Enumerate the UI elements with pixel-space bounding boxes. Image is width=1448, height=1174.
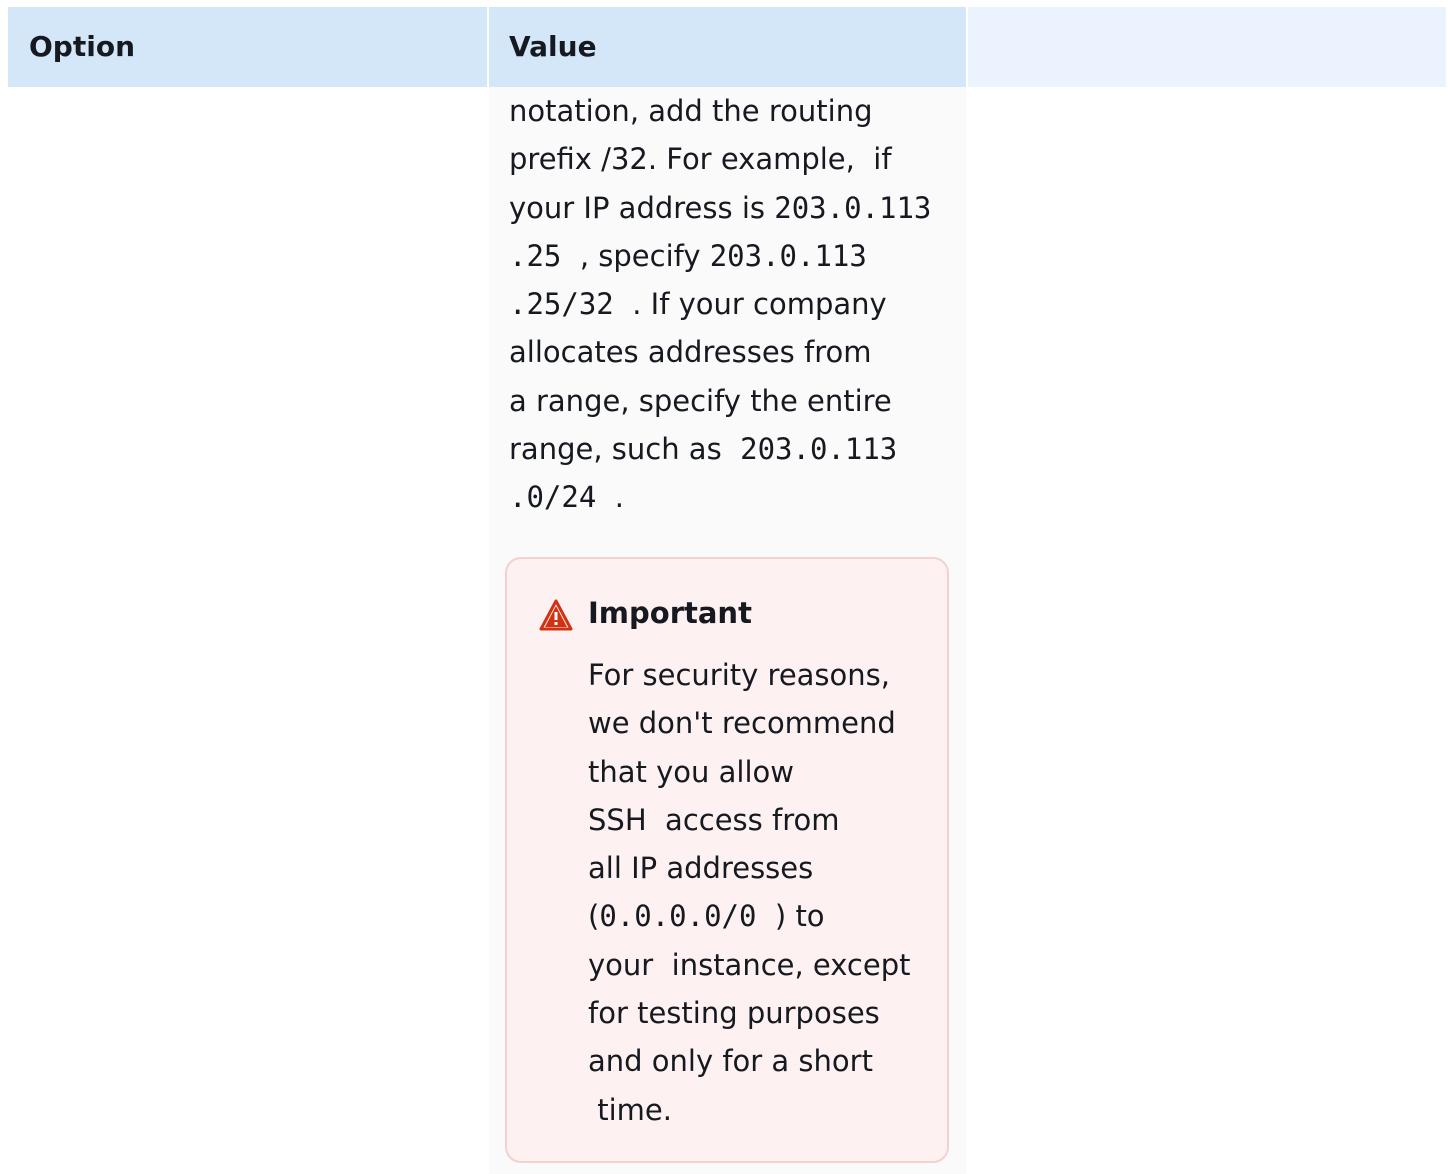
inline-code: .0/24: [509, 480, 597, 515]
text-segment: . If your company: [613, 287, 887, 322]
empty-cell: [966, 87, 1446, 1174]
column-header-option: Option: [8, 7, 487, 87]
inline-code: .25: [509, 238, 562, 273]
text-segment: (: [588, 899, 600, 934]
text-line: .0/24 .: [509, 473, 949, 521]
text-line: For security reasons,: [588, 651, 928, 699]
text-segment: that you allow: [588, 754, 794, 789]
alert-text: For security reasons, we don't recommend t…: [588, 651, 928, 1134]
value-description: notation, add the routing prefix /32. For…: [509, 87, 949, 522]
text-line: (0.0.0.0/0 ) to: [588, 892, 928, 940]
text-segment: SSH access from: [588, 802, 840, 837]
text-line: time.: [588, 1086, 928, 1134]
table-header-row: Option Value: [8, 7, 1446, 87]
text-line: allocates addresses from: [509, 328, 949, 376]
text-segment: For security reasons,: [588, 658, 890, 692]
column-header-value: Value: [487, 7, 966, 87]
text-line: notation, add the routing: [509, 87, 949, 135]
text-segment: a range, specify the entire: [509, 383, 892, 418]
text-segment: and only for a short: [588, 1044, 873, 1079]
text-line: we don't recommend: [588, 699, 928, 747]
text-segment: ) to: [756, 899, 825, 934]
text-segment: notation, add the routing: [509, 94, 873, 128]
table-row: notation, add the routing prefix /32. For…: [8, 87, 1446, 1174]
text-line: your IP address is 203.0.113: [509, 184, 949, 232]
inline-code: 203.0.113: [740, 432, 898, 467]
text-line: prefix /32. For example, if: [509, 135, 949, 183]
important-alert: Important For security reasons, we don't …: [505, 557, 949, 1163]
text-segment: for testing purposes: [588, 996, 880, 1031]
text-line: SSH access from: [588, 796, 928, 844]
text-line: a range, specify the entire: [509, 377, 949, 425]
text-segment: prefix /32. For example, if: [509, 142, 892, 177]
text-segment: allocates addresses from: [509, 335, 872, 370]
text-line: .25/32 . If your company: [509, 280, 949, 328]
warning-triangle-icon: [539, 599, 573, 631]
header-empty-cell: [966, 7, 1446, 87]
text-segment: we don't recommend: [588, 706, 896, 741]
inline-code: 0.0.0.0/0: [599, 899, 757, 934]
text-segment: , specify: [561, 238, 710, 273]
inline-code: 203.0.113: [709, 238, 867, 273]
text-line: and only for a short: [588, 1037, 928, 1085]
text-line: for testing purposes: [588, 989, 928, 1037]
inline-code: .25/32: [509, 287, 614, 322]
text-segment: all IP addresses: [588, 851, 814, 886]
text-segment: range, such as: [509, 432, 741, 467]
text-segment: your IP address is: [509, 190, 775, 225]
text-segment: your instance, except: [588, 947, 911, 982]
alert-title: Important: [588, 596, 752, 630]
inline-code: 203.0.113: [774, 190, 932, 225]
text-line: all IP addresses: [588, 844, 928, 892]
option-cell: [8, 87, 487, 1174]
text-line: your instance, except: [588, 941, 928, 989]
text-line: that you allow: [588, 748, 928, 796]
page: Option Value notation, add the routing pr…: [0, 0, 1448, 1174]
text-segment: time.: [588, 1092, 672, 1127]
text-line: range, such as 203.0.113: [509, 425, 949, 473]
text-segment: .: [596, 480, 624, 515]
text-line: .25 , specify 203.0.113: [509, 232, 949, 280]
